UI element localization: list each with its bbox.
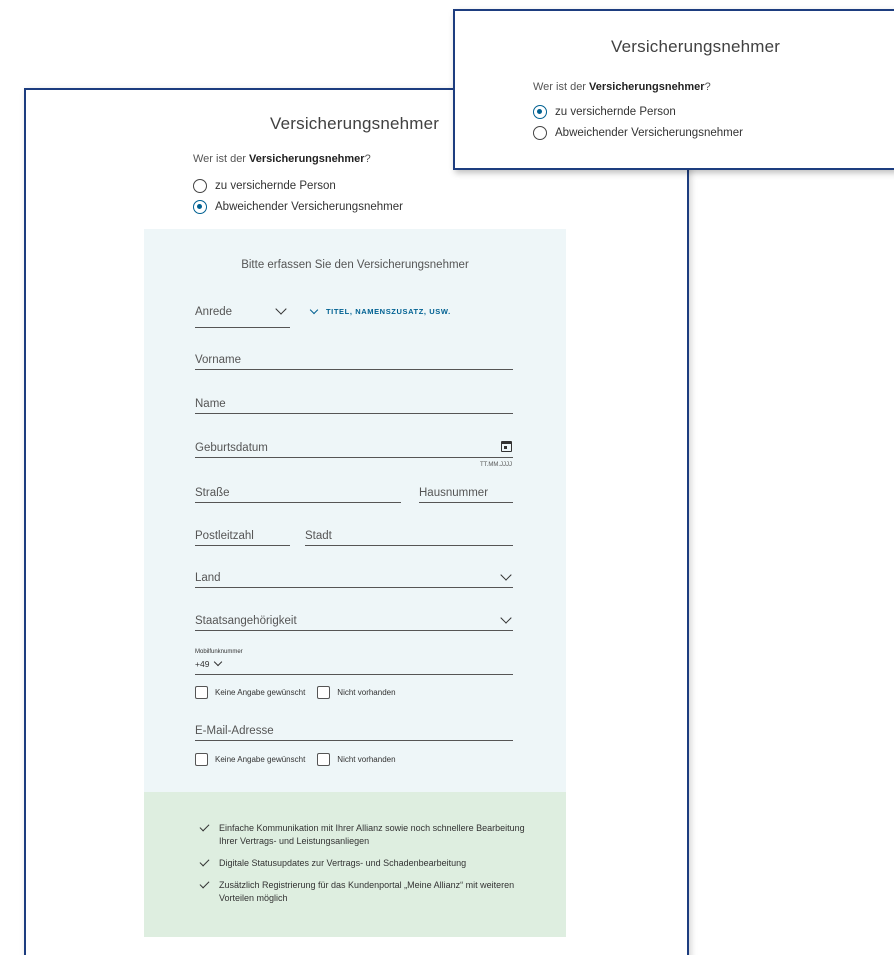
radio-label: zu versichernde Person xyxy=(215,180,336,192)
mobil-checkbox-row: Keine Angabe gewünscht Nicht vorhanden xyxy=(195,686,396,699)
main-panel: Versicherungsnehmer Wer ist der Versiche… xyxy=(24,88,689,955)
name-field[interactable]: Name xyxy=(195,396,513,414)
popup-panel: Versicherungsnehmer Wer ist der Versiche… xyxy=(453,9,894,170)
chevron-down-icon xyxy=(500,569,512,581)
titel-namenszusatz-link[interactable]: TITEL, NAMENSZUSATZ, USW. xyxy=(309,305,451,316)
nicht-vorhanden-checkbox[interactable] xyxy=(317,753,331,766)
email-checkbox-row: Keine Angabe gewünscht Nicht vorhanden xyxy=(195,753,396,766)
radio-label: Abweichender Versicherungsnehmer xyxy=(555,127,743,139)
benefits-box: Einfache Kommunikation mit Ihrer Allianz… xyxy=(144,792,566,937)
stadt-field[interactable]: Stadt xyxy=(305,528,513,546)
postleitzahl-field[interactable]: Postleitzahl xyxy=(195,528,290,546)
radio-option-abweichender-versicherungsnehmer[interactable]: Abweichender Versicherungsnehmer xyxy=(533,126,743,140)
form-subtitle: Bitte erfassen Sie den Versicherungsnehm… xyxy=(241,259,469,271)
radio-option-zu-versichernde-person[interactable]: zu versichernde Person xyxy=(533,105,676,119)
main-question: Wer ist der Versicherungsnehmer? xyxy=(193,153,371,165)
benefit-item: Zusätzlich Registrierung für das Kundenp… xyxy=(199,878,530,905)
chevron-down-icon xyxy=(309,305,319,315)
check-icon xyxy=(199,878,210,889)
mobil-label: Mobilfunknummer xyxy=(195,649,243,655)
country-code-select[interactable]: +49 xyxy=(195,657,223,669)
vorname-field[interactable]: Vorname xyxy=(195,352,513,370)
radio-label: zu versichernde Person xyxy=(555,106,676,118)
main-title: Versicherungsnehmer xyxy=(270,114,440,133)
nicht-vorhanden-checkbox[interactable] xyxy=(317,686,331,699)
keine-angabe-checkbox[interactable] xyxy=(195,686,208,699)
chevron-down-icon xyxy=(214,657,223,667)
popup-title: Versicherungsnehmer xyxy=(611,37,781,56)
radio-option-zu-versichernde-person[interactable]: zu versichernde Person xyxy=(193,179,336,193)
hausnummer-field[interactable]: Hausnummer xyxy=(419,485,513,503)
radio-button[interactable] xyxy=(533,126,547,140)
land-select[interactable]: Land xyxy=(195,569,513,588)
popup-question: Wer ist der Versicherungsnehmer? xyxy=(533,81,711,93)
check-icon xyxy=(199,821,210,832)
chevron-down-icon xyxy=(275,303,287,315)
check-icon xyxy=(199,856,210,867)
email-field[interactable]: E-Mail-Adresse xyxy=(195,723,513,741)
strasse-field[interactable]: Straße xyxy=(195,485,401,503)
radio-button[interactable] xyxy=(193,179,207,193)
benefit-item: Einfache Kommunikation mit Ihrer Allianz… xyxy=(199,821,530,848)
radio-option-abweichender-versicherungsnehmer[interactable]: Abweichender Versicherungsnehmer xyxy=(193,200,403,214)
date-format-hint: TT.MM.JJJJ xyxy=(480,462,512,468)
radio-button-selected[interactable] xyxy=(193,200,207,214)
keine-angabe-checkbox[interactable] xyxy=(195,753,208,766)
geburtsdatum-field[interactable]: Geburtsdatum xyxy=(195,440,513,458)
radio-button-selected[interactable] xyxy=(533,105,547,119)
benefit-item: Digitale Statusupdates zur Vertrags- und… xyxy=(199,856,530,870)
mobil-underline xyxy=(195,674,513,675)
anrede-select[interactable]: Anrede xyxy=(195,303,290,328)
staatsangehoerigkeit-select[interactable]: Staatsangehörigkeit xyxy=(195,612,513,631)
calendar-icon[interactable] xyxy=(501,441,512,452)
radio-label: Abweichender Versicherungsnehmer xyxy=(215,201,403,213)
chevron-down-icon xyxy=(500,612,512,624)
